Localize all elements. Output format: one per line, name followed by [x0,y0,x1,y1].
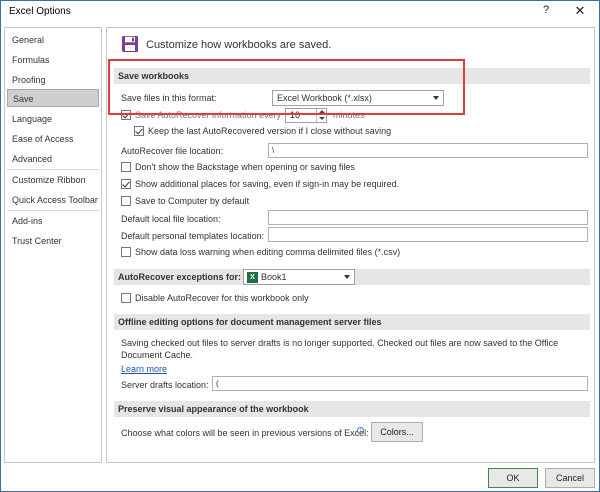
keep-last-label: Keep the last AutoRecovered version if I… [148,126,392,136]
ok-button[interactable]: OK [488,468,538,488]
sidebar-item-proofing[interactable]: Proofing [7,71,99,89]
titlebar: Excel Options ? ✕ [1,1,599,23]
sidebar: General Formulas Proofing Save Language … [4,27,102,463]
chevron-down-icon [319,117,325,120]
save-format-value: Excel Workbook (*.xlsx) [277,93,372,103]
colors-button[interactable]: Colors... [371,422,423,442]
sidebar-item-add-ins[interactable]: Add-ins [7,212,99,230]
dont-show-backstage-checkbox[interactable] [121,162,131,172]
help-button[interactable]: ? [539,4,553,20]
offline-editing-description: Saving checked out files to server draft… [121,338,559,360]
save-format-dropdown[interactable]: Excel Workbook (*.xlsx) [272,90,444,106]
show-data-loss-checkbox[interactable] [121,247,131,257]
window-title: Excel Options [9,6,71,17]
spinner-buttons[interactable] [316,109,326,122]
chevron-down-icon [344,275,350,279]
section-save-workbooks: Save workbooks [114,68,590,84]
autorecover-minutes-spinner[interactable]: 10 [285,108,327,123]
autorecover-label: Save AutoRecover information every [135,110,282,120]
sidebar-item-ease-of-access[interactable]: Ease of Access [7,130,99,148]
save-to-computer-checkbox[interactable] [121,196,131,206]
sidebar-item-quick-access-toolbar[interactable]: Quick Access Toolbar [7,191,99,209]
default-local-location-field[interactable] [268,210,588,225]
learn-more-link[interactable]: Learn more [121,364,167,374]
sidebar-item-general[interactable]: General [7,31,99,49]
excel-options-dialog: Excel Options ? ✕ General Formulas Proof… [0,0,600,492]
autorecover-workbook-value: Book1 [261,272,287,282]
show-additional-places-checkbox[interactable] [121,179,131,189]
disable-autorecover-checkbox[interactable] [121,293,131,303]
autorecover-minutes-value: 10 [290,110,301,120]
disable-autorecover-label: Disable AutoRecover for this workbook on… [135,293,309,303]
floppy-disk-icon [122,36,138,52]
close-button[interactable]: ✕ [569,3,591,21]
excel-workbook-icon: X [247,272,258,283]
sidebar-item-save[interactable]: Save [7,89,99,107]
show-additional-places-label: Show additional places for saving, even … [135,179,400,189]
info-icon: i [357,427,364,434]
server-drafts-field[interactable]: ( [212,376,588,391]
autorecover-checkbox[interactable] [121,110,131,120]
section-preserve-visual: Preserve visual appearance of the workbo… [114,401,590,417]
sidebar-divider [7,169,99,170]
show-data-loss-label: Show data loss warning when editing comm… [135,247,401,257]
default-templates-location-label: Default personal templates location: [121,231,265,241]
keep-last-checkbox[interactable] [134,126,144,136]
autorecover-location-field[interactable]: \ [268,143,588,158]
page-header: Customize how workbooks are saved. [146,39,332,51]
colors-label: Choose what colors will be seen in previ… [121,428,369,438]
section-offline-editing: Offline editing options for document man… [114,314,590,330]
default-local-location-label: Default local file location: [121,214,221,224]
content-panel: Customize how workbooks are saved. Save … [106,27,595,463]
sidebar-item-formulas[interactable]: Formulas [7,51,99,69]
default-templates-location-field[interactable] [268,227,588,242]
autorecover-workbook-dropdown[interactable]: X Book1 [243,269,355,285]
chevron-down-icon [433,96,439,100]
autorecover-location-label: AutoRecover file location: [121,146,224,156]
cancel-button[interactable]: Cancel [545,468,595,488]
sidebar-item-customize-ribbon[interactable]: Customize Ribbon [7,171,99,189]
sidebar-item-advanced[interactable]: Advanced [7,150,99,168]
minutes-label: minutes [333,110,365,120]
sidebar-divider [7,210,99,211]
server-drafts-label: Server drafts location: [121,380,209,390]
save-format-label: Save files in this format: [121,93,217,103]
chevron-up-icon [319,110,325,113]
autorecover-exceptions-title: AutoRecover exceptions for: [118,272,242,282]
dont-show-backstage-label: Don't show the Backstage when opening or… [135,162,355,172]
save-to-computer-label: Save to Computer by default [135,196,250,206]
sidebar-item-trust-center[interactable]: Trust Center [7,232,99,250]
sidebar-item-language[interactable]: Language [7,110,99,128]
